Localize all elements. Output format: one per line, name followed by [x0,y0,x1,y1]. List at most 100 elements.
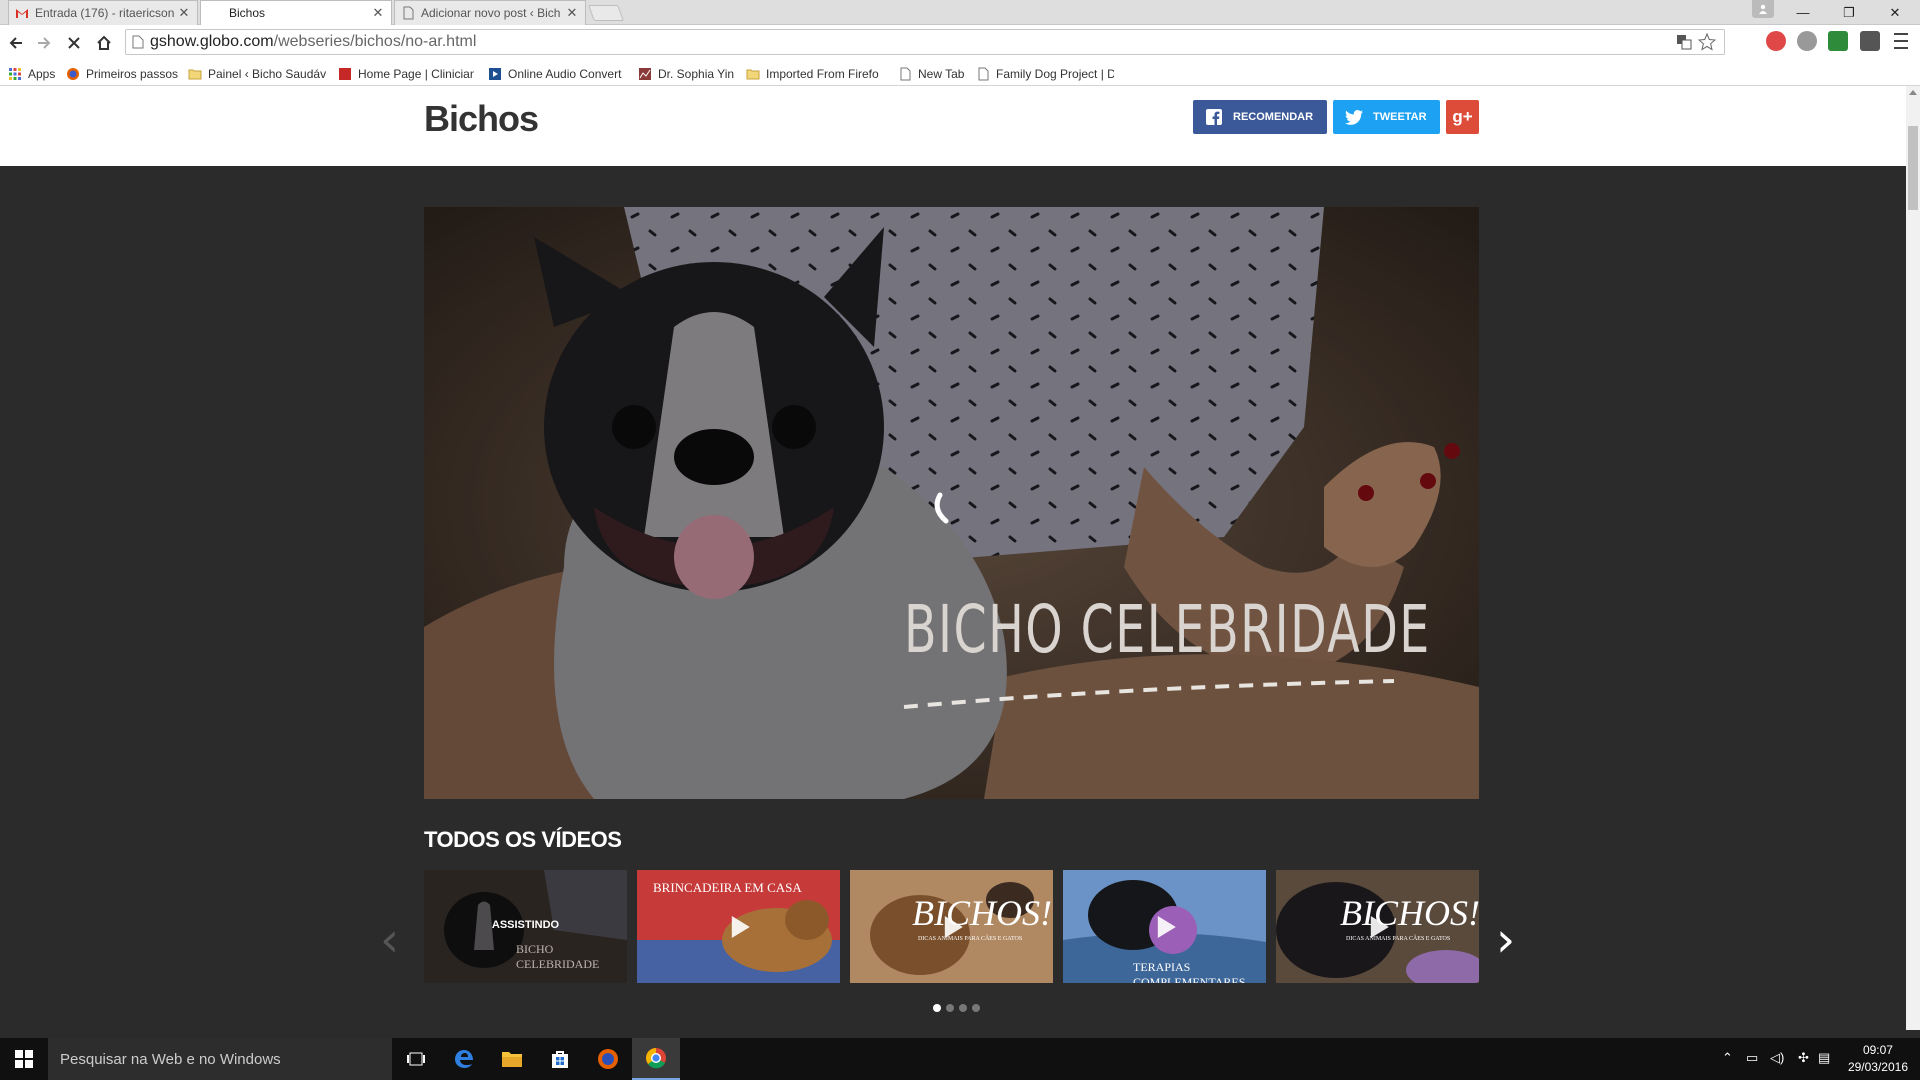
page-icon [978,67,989,80]
network-icon[interactable]: ▭ [1746,1050,1758,1066]
tab-adicionar-post[interactable]: Adicionar novo post ‹ Bich ✕ [394,0,586,25]
tab-close-icon[interactable]: ✕ [565,5,579,21]
scroll-up-icon[interactable] [1909,90,1917,95]
bookmark-label: Painel ‹ Bicho Saudáv [208,66,327,81]
hero-title: BICHO CELEBRIDADE [904,591,1431,668]
extension-green-icon[interactable] [1828,31,1848,51]
tab-gmail[interactable]: Entrada (176) - ritaericson ✕ [8,0,198,25]
task-view-icon [407,1052,425,1066]
thumbnail-caption: DICAS ANIMAIS PARA CÃES E GATOS [1346,936,1451,942]
notifications-icon[interactable]: ▤ [1818,1050,1830,1066]
menu-icon[interactable] [1894,31,1908,51]
clock-time: 09:07 [1862,1043,1893,1057]
taskbar-search[interactable]: Pesquisar na Web e no Windows [48,1038,392,1080]
start-button[interactable] [0,1038,48,1080]
section-title: TODOS OS VÍDEOS [424,827,622,852]
video-thumbnail[interactable]: TERAPIAS COMPLEMENTARES [1063,870,1266,983]
bookmark-dr-sophia-yin[interactable]: Dr. Sophia Yin [638,61,738,86]
tab-bichos[interactable]: Bichos ✕ [200,0,392,25]
store-icon [552,1051,568,1068]
restore-button[interactable]: ❐ [1826,0,1872,25]
extension-red-icon[interactable] [1766,31,1786,51]
bookmark-label: Dr. Sophia Yin [658,66,735,81]
video-thumbnail[interactable]: BRINCADEIRA EM CASA [637,870,840,983]
bookmark-label: New Tab [918,66,965,81]
edge-icon [455,1050,473,1068]
folder-icon [188,69,202,79]
arrow-right-icon [38,37,51,49]
taskbar-firefox[interactable] [584,1038,632,1080]
tweet-label: TWEETAR [1373,111,1427,123]
carousel-next-button[interactable]: › [1496,912,1515,968]
task-view-button[interactable] [392,1038,440,1080]
taskbar-chrome[interactable] [632,1038,680,1080]
carousel-dot[interactable] [972,1004,980,1012]
url-domain: gshow.globo.com [150,33,274,50]
skype-icon[interactable] [1797,31,1817,51]
bookmark-painel[interactable]: Painel ‹ Bicho Saudáv [188,61,328,86]
translate-icon[interactable] [1676,34,1692,50]
firefox-icon [67,67,79,80]
gplus-button[interactable]: g+ [1446,100,1479,134]
page-icon [403,6,414,20]
brand-logo[interactable]: Bichos [424,98,539,140]
carousel-dot[interactable] [959,1004,967,1012]
address-bar[interactable]: gshow.globo.com/webseries/bichos/no-ar.h… [125,29,1725,55]
star-icon[interactable] [1698,33,1716,51]
taskbar-explorer[interactable] [488,1038,536,1080]
carousel-prev-button[interactable]: ‹ [380,912,399,968]
apps-icon [9,67,21,80]
bookmark-label: Home Page | Clinician [358,66,474,81]
taskbar-store[interactable] [536,1038,584,1080]
video-thumbnail[interactable]: ASSISTINDO BICHO CELEBRIDADE [424,870,627,983]
play-icon [1370,915,1389,938]
scrollbar-thumb[interactable] [1908,126,1918,210]
bookmark-label: Online Audio Convert [508,66,622,81]
thumbnail-logo: BICHOS! [1340,893,1479,933]
bookmark-online-audio-convert[interactable]: Online Audio Convert [488,61,626,86]
bookmark-primeiros-passos[interactable]: Primeiros passos [66,61,184,86]
page-scrollbar[interactable] [1906,86,1920,1030]
bookmark-new-tab[interactable]: New Tab [898,61,972,86]
home-icon [97,35,111,50]
page-header: Bichos RECOMENDAR TWEETAR g+ [0,86,1906,166]
thumbnail-status: ASSISTINDO [491,919,560,931]
play-icon [1157,915,1176,938]
carousel-dot[interactable] [946,1004,954,1012]
recommend-button[interactable]: RECOMENDAR [1193,100,1327,134]
twitter-icon [1345,108,1363,126]
carousel-dot[interactable] [933,1004,941,1012]
home-button[interactable] [92,31,116,55]
bookmark-apps[interactable]: Apps [8,61,62,86]
page-content: Bichos RECOMENDAR TWEETAR g+ BICHO CELEB… [0,86,1906,1030]
tray-chevron-icon[interactable]: ⌃ [1722,1050,1733,1066]
volume-icon[interactable]: ◁) [1770,1050,1784,1066]
bookmark-label: Imported From Firefo [766,66,879,81]
back-button[interactable] [4,31,28,55]
facebook-icon [1205,108,1223,126]
close-window-button[interactable]: ✕ [1872,0,1918,25]
loading-spinner-icon [934,492,949,524]
profile-icon[interactable] [1752,0,1774,18]
tweet-button[interactable]: TWEETAR [1333,100,1440,134]
stop-icon [68,37,80,49]
dropbox-icon[interactable]: ✣ [1798,1050,1809,1066]
bookmark-label: Family Dog Project | D [996,66,1114,81]
taskbar-clock[interactable]: 09:07 29/03/2016 [1848,1042,1908,1076]
minimize-button[interactable]: — [1780,0,1826,25]
bookmark-family-dog-project[interactable]: Family Dog Project | D [976,61,1114,86]
tab-close-icon[interactable]: ✕ [177,5,191,21]
taskbar-edge[interactable] [440,1038,488,1080]
video-thumbnail[interactable]: BICHOS! DICAS ANIMAIS PARA CÃES E GATOS [1276,870,1479,983]
tab-label: Bichos [229,6,266,20]
bookmark-home-page-clinician[interactable]: Home Page | Clinician [338,61,474,86]
bookmark-label: Apps [28,66,56,81]
video-player[interactable]: BICHO CELEBRIDADE [424,207,1479,799]
new-tab-button[interactable] [588,5,624,21]
bookmark-imported-from-firefox[interactable]: Imported From Firefo [746,61,884,86]
tab-close-icon[interactable]: ✕ [371,5,385,21]
forward-button[interactable] [32,31,56,55]
stop-button[interactable] [62,31,86,55]
video-thumbnail[interactable]: BICHOS! DICAS ANIMAIS PARA CÃES E GATOS [850,870,1053,983]
extension-dark-icon[interactable] [1860,31,1880,51]
